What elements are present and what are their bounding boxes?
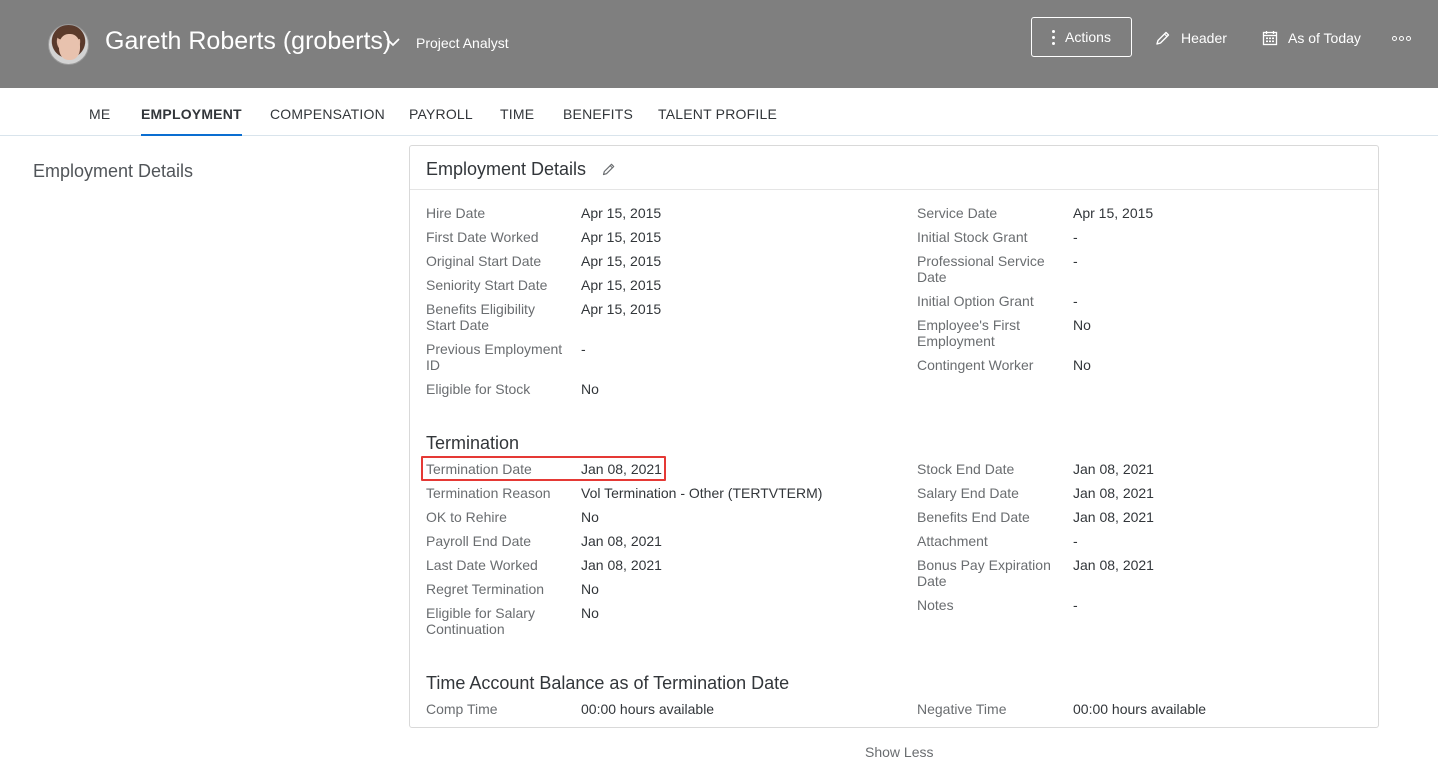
field-value: Apr 15, 2015 bbox=[581, 277, 662, 293]
field-value: Jan 08, 2021 bbox=[581, 461, 662, 477]
field-label: Notes bbox=[917, 597, 954, 613]
field-label: Contingent Worker bbox=[917, 357, 1034, 373]
field-value: Jan 08, 2021 bbox=[581, 533, 662, 549]
field-value: 00:00 hours available bbox=[581, 701, 715, 717]
more-options-button[interactable] bbox=[1392, 27, 1411, 49]
field-value: Jan 08, 2021 bbox=[581, 557, 662, 573]
edit-icon[interactable] bbox=[602, 162, 616, 176]
card-header: Employment Details bbox=[410, 146, 1378, 190]
actions-button-label: Actions bbox=[1065, 29, 1111, 45]
field-value: - bbox=[1073, 253, 1078, 269]
tab-payroll[interactable]: PAYROLL bbox=[409, 88, 473, 136]
field-label: Eligible for Stock bbox=[426, 381, 531, 397]
field-value: - bbox=[1073, 597, 1078, 613]
pencil-icon bbox=[1156, 31, 1170, 45]
user-job-title: Project Analyst bbox=[416, 35, 509, 51]
field-label: Termination Date bbox=[426, 461, 532, 477]
avatar-face bbox=[59, 34, 80, 60]
more-vertical-icon bbox=[1052, 29, 1056, 45]
field-label: Professional Service Date bbox=[917, 253, 1045, 285]
field-value: Apr 15, 2015 bbox=[581, 205, 662, 221]
actions-button[interactable]: Actions bbox=[1031, 17, 1132, 57]
header-button[interactable]: Header bbox=[1155, 27, 1227, 49]
time-account-title: Time Account Balance as of Termination D… bbox=[426, 673, 790, 693]
tab-bar: ME EMPLOYMENT COMPENSATION PAYROLL TIME … bbox=[0, 88, 1438, 136]
tab-compensation[interactable]: COMPENSATION bbox=[270, 88, 385, 136]
field-label: Stock End Date bbox=[917, 461, 1015, 477]
field-label: Hire Date bbox=[426, 205, 486, 221]
tab-talent-profile[interactable]: TALENT PROFILE bbox=[658, 88, 777, 136]
field-value: - bbox=[1073, 293, 1078, 309]
field-label: Benefits Eligibility Start Date bbox=[426, 301, 535, 333]
field-label: Negative Time bbox=[917, 701, 1007, 717]
show-less-link[interactable]: Show Less bbox=[865, 744, 933, 760]
field-label: Last Date Worked bbox=[426, 557, 538, 573]
field-label: Initial Stock Grant bbox=[917, 229, 1028, 245]
field-value: Jan 08, 2021 bbox=[1073, 557, 1154, 573]
field-label: Regret Termination bbox=[426, 581, 545, 597]
tab-me[interactable]: ME bbox=[89, 88, 110, 136]
tab-time[interactable]: TIME bbox=[500, 88, 534, 136]
field-value: Vol Termination - Other (TERTVTERM) bbox=[581, 485, 823, 501]
card-title: Employment Details bbox=[426, 159, 587, 179]
field-label: Initial Option Grant bbox=[917, 293, 1034, 309]
as-of-today-label: As of Today bbox=[1288, 30, 1361, 46]
field-value: - bbox=[581, 341, 586, 357]
field-label: Salary End Date bbox=[917, 485, 1019, 501]
user-avatar[interactable] bbox=[48, 24, 89, 65]
field-value: No bbox=[581, 381, 599, 397]
field-value: Apr 15, 2015 bbox=[581, 253, 662, 269]
more-horizontal-icon bbox=[1392, 35, 1411, 41]
field-value: No bbox=[1073, 357, 1091, 373]
field-value: No bbox=[581, 581, 599, 597]
field-label: Payroll End Date bbox=[426, 533, 532, 549]
tab-employment[interactable]: EMPLOYMENT bbox=[141, 88, 242, 136]
field-value: No bbox=[581, 509, 599, 525]
field-label: First Date Worked bbox=[426, 229, 539, 245]
tab-benefits[interactable]: BENEFITS bbox=[563, 88, 633, 136]
shell-header: Gareth Roberts (groberts) Project Analys… bbox=[0, 0, 1438, 88]
field-label: Termination Reason bbox=[426, 485, 551, 501]
termination-title: Termination bbox=[426, 433, 520, 453]
field-value: 00:00 hours available bbox=[1073, 701, 1207, 717]
user-name[interactable]: Gareth Roberts (groberts) bbox=[105, 27, 391, 56]
calendar-icon bbox=[1262, 31, 1278, 46]
field-label: Comp Time bbox=[426, 701, 498, 717]
field-value: Jan 08, 2021 bbox=[1073, 485, 1154, 501]
field-value: Apr 15, 2015 bbox=[1073, 205, 1154, 221]
field-label: Seniority Start Date bbox=[426, 277, 548, 293]
field-value: Jan 08, 2021 bbox=[1073, 509, 1154, 525]
field-value: Jan 08, 2021 bbox=[1073, 461, 1154, 477]
field-value: - bbox=[1073, 229, 1078, 245]
field-value: Apr 15, 2015 bbox=[581, 229, 662, 245]
as-of-today-button[interactable]: As of Today bbox=[1262, 27, 1361, 49]
field-label: Benefits End Date bbox=[917, 509, 1030, 525]
field-label: Service Date bbox=[917, 205, 998, 221]
chevron-down-icon[interactable] bbox=[384, 33, 402, 51]
field-value: - bbox=[1073, 533, 1078, 549]
field-label: Bonus Pay Expiration Date bbox=[917, 557, 1051, 589]
field-label: Eligible for Salary Continuation bbox=[426, 605, 535, 637]
field-value: Apr 15, 2015 bbox=[581, 301, 662, 317]
field-label: Previous Employment ID bbox=[426, 341, 563, 373]
field-label: Original Start Date bbox=[426, 253, 542, 269]
field-value: No bbox=[581, 605, 599, 621]
field-label: Employee's First Employment bbox=[917, 317, 1021, 349]
header-button-label: Header bbox=[1181, 30, 1227, 46]
field-label: Attachment bbox=[917, 533, 988, 549]
field-value: No bbox=[1073, 317, 1091, 333]
section-nav-title[interactable]: Employment Details bbox=[33, 161, 193, 182]
field-label: OK to Rehire bbox=[426, 509, 507, 525]
